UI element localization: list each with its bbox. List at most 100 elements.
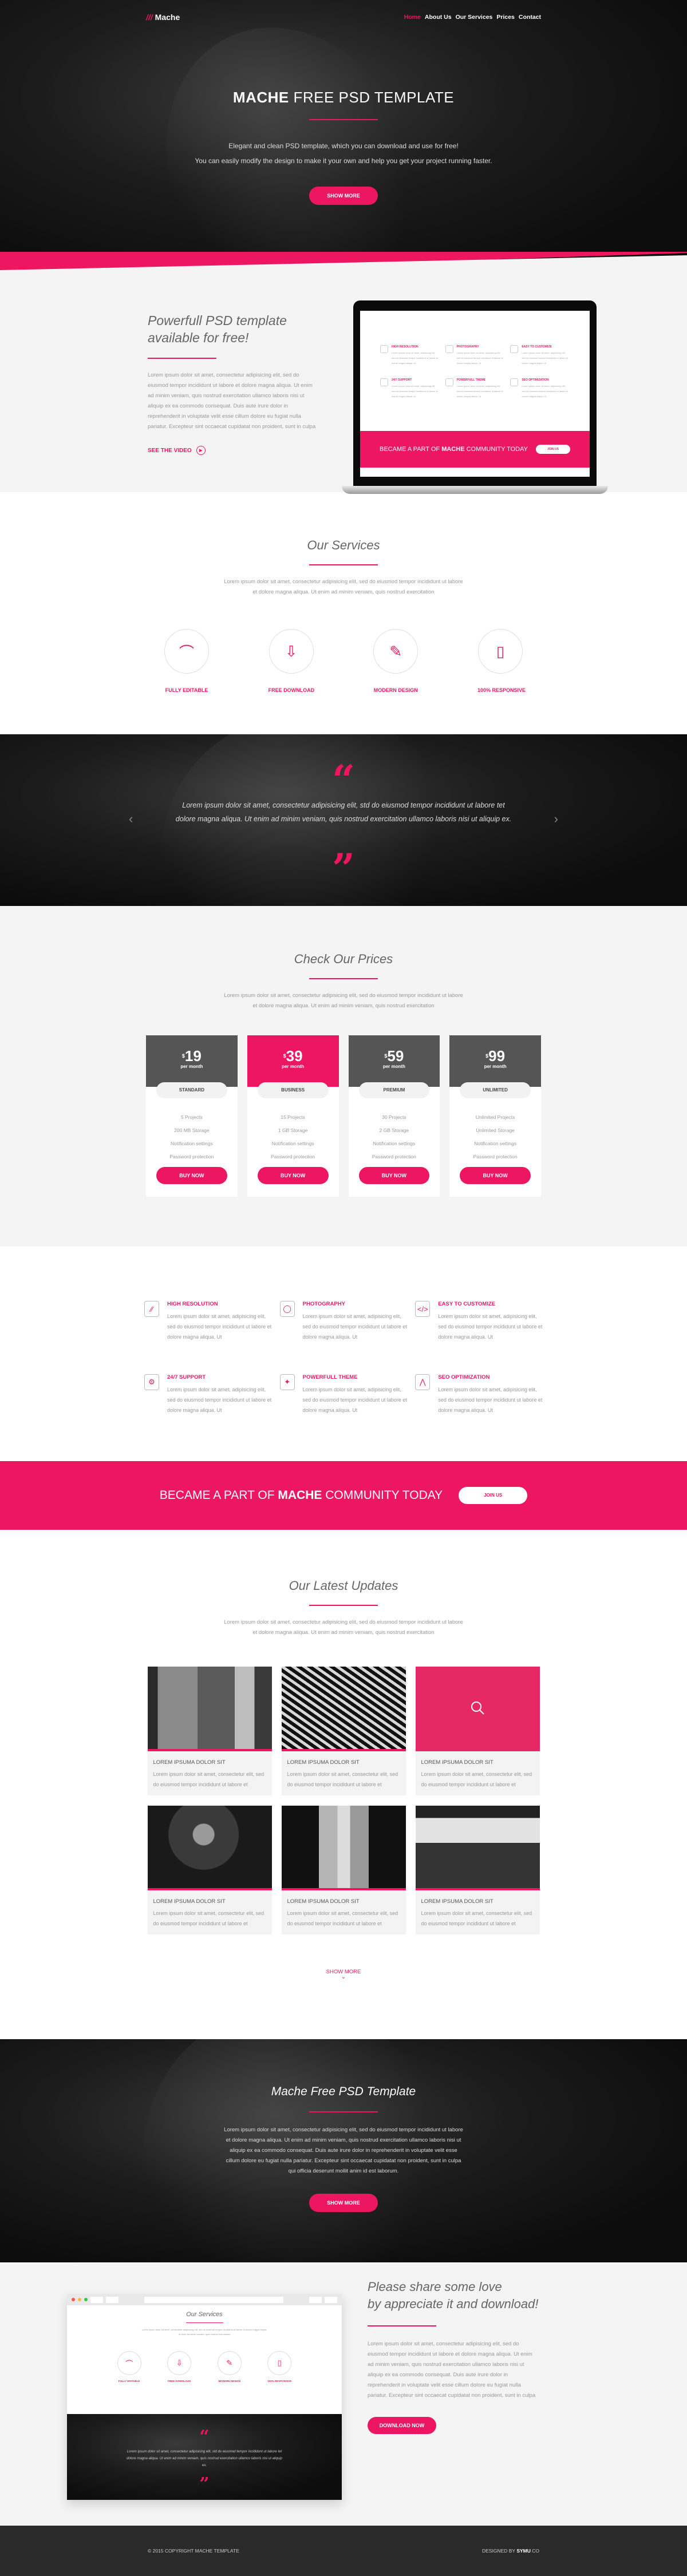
testimonial-section: “ Lorem ipsum dolor sit amet, consectetu… bbox=[0, 734, 687, 906]
hero-title-light: FREE PSD TEMPLATE bbox=[293, 89, 455, 106]
feature-item: ⚙ 24/7 SUPPORT Lorem ipsum dolor sit amet,… bbox=[144, 1374, 272, 1415]
banner-divider bbox=[309, 2111, 378, 2112]
join-us-button[interactable]: JOIN US bbox=[459, 1487, 528, 1504]
bezier-curve-icon: ⌒ bbox=[117, 2351, 141, 2375]
post-card[interactable]: LOREM IPSUMA DOLOR SIT Lorem ipsum dolor … bbox=[415, 1806, 540, 1934]
plan-feature: Password protection bbox=[473, 1154, 518, 1160]
browser-divider bbox=[185, 2322, 223, 2323]
price-value: 19 bbox=[184, 1047, 202, 1065]
buy-now-button[interactable]: BUY NOW bbox=[358, 1167, 430, 1184]
pricing-card-unlimited: $99 per month UNLIMITED Unlimited Projects U… bbox=[449, 1035, 541, 1197]
laptop-feature-icon bbox=[445, 378, 453, 386]
hero-line-1: Elegant and clean PSD template, which yo… bbox=[228, 142, 459, 150]
banner-show-more-button[interactable]: SHOW MORE bbox=[309, 2193, 378, 2212]
post-title: LOREM IPSUMA DOLOR SIT bbox=[153, 1898, 226, 1905]
cart-download-icon: ⇩ bbox=[167, 2351, 192, 2375]
see-video-link[interactable]: SEE THE VIDEO ▶ bbox=[148, 446, 319, 455]
post-excerpt: Lorem ipsum dolor sit amet, consectetur … bbox=[421, 1910, 532, 1926]
post-card[interactable]: LOREM IPSUMA DOLOR SIT Lorem ipsum dolor … bbox=[281, 1806, 406, 1934]
browser-toolbar bbox=[67, 2294, 342, 2305]
chevron-right-icon[interactable]: › bbox=[554, 812, 558, 826]
search-icon[interactable] bbox=[469, 1700, 485, 1719]
about-text-block: Powerfull PSD template available for free… bbox=[148, 312, 319, 455]
laptop-feature-text: Lorem ipsum dolor sit amet, adipisicing … bbox=[522, 351, 568, 365]
hero-show-more-button[interactable]: SHOW MORE bbox=[309, 187, 378, 205]
laptop-feature-body: EASY TO CUSTOMIZE Lorem ipsum dolor sit a… bbox=[522, 345, 570, 366]
browser-service-item: ✎ MODERN DESIGN bbox=[217, 2351, 242, 2383]
laptop-feature-text: Lorem ipsum dolor sit amet, adipisicing … bbox=[456, 385, 503, 398]
browser-service-label: FREE DOWNLOAD bbox=[168, 2380, 191, 2383]
designed-by[interactable]: DESIGNED BY SYMU.CO bbox=[482, 2548, 539, 2554]
template-banner-section: Mache Free PSD Template Lorem ipsum dolo… bbox=[0, 2039, 687, 2262]
post-card[interactable]: LOREM IPSUMA DOLOR SIT Lorem ipsum dolor … bbox=[147, 1667, 272, 1795]
price-value: 39 bbox=[286, 1047, 303, 1065]
hero-divider bbox=[309, 119, 378, 120]
nav-item-prices[interactable]: Prices bbox=[496, 14, 515, 21]
prices-title: Check Our Prices bbox=[294, 952, 393, 966]
service-item[interactable]: ⇩ FREE DOWNLOAD bbox=[269, 629, 314, 693]
service-item[interactable]: ✎ MODERN DESIGN bbox=[373, 629, 418, 693]
share-text-block: Please share some love by appreciate it a… bbox=[368, 2278, 539, 2434]
back-forward-icon bbox=[90, 2296, 103, 2303]
buy-now-button[interactable]: BUY NOW bbox=[460, 1167, 531, 1184]
prices-section: Check Our Prices Lorem ipsum dolor sit a… bbox=[0, 906, 687, 1247]
laptop-feature-item: EASY TO CUSTOMIZE Lorem ipsum dolor sit a… bbox=[510, 345, 570, 366]
service-item[interactable]: ▯ 100% RESPONSIVE bbox=[477, 629, 526, 693]
laptop-feature-body: POWERFULL THEME Lorem ipsum dolor sit ame… bbox=[457, 378, 505, 399]
laptop-feature-text: Lorem ipsum dolor sit amet, adipisicing … bbox=[522, 385, 568, 398]
show-more-link[interactable]: SHOW MORE ⌄ bbox=[0, 1969, 687, 1980]
close-quote-icon: ” bbox=[199, 2474, 210, 2494]
laptop-feature-title: SEO OPTIMIZATION bbox=[522, 378, 549, 382]
address-bar bbox=[144, 2296, 283, 2303]
copyright-text: © 2015 COPYRIGHT MACHE TEMPLATE bbox=[148, 2548, 239, 2554]
nav-item-about-us[interactable]: About Us bbox=[425, 14, 452, 21]
about-title: Powerfull PSD template available for free… bbox=[148, 312, 319, 346]
plan-feature: Password protection bbox=[271, 1154, 315, 1160]
chevron-left-icon[interactable]: ‹ bbox=[129, 812, 133, 826]
smartphone-icon: ▯ bbox=[477, 629, 523, 674]
updates-section: Our Latest Updates Lorem ipsum dolor sit… bbox=[0, 1530, 687, 2039]
photographer-woman-photo bbox=[147, 1806, 272, 1890]
logo[interactable]: ///Mache bbox=[146, 13, 180, 22]
plan-feature: Notification settings bbox=[474, 1141, 516, 1146]
plan-name: BUSINESS bbox=[257, 1082, 329, 1098]
post-card[interactable]: LOREM IPSUMA DOLOR SIT Lorem ipsum dolor … bbox=[281, 1667, 406, 1795]
buy-now-button[interactable]: BUY NOW bbox=[156, 1167, 227, 1184]
post-card[interactable]: LOREM IPSUMA DOLOR SIT Lorem ipsum dolor … bbox=[415, 1667, 540, 1795]
service-label: FREE DOWNLOAD bbox=[268, 687, 315, 693]
browser-service-item: ⇩ FREE DOWNLOAD bbox=[167, 2351, 192, 2383]
nav-item-our-services[interactable]: Our Services bbox=[456, 14, 493, 21]
feature-title: EASY TO CUSTOMIZE bbox=[438, 1301, 496, 1307]
cta-text: BECAME A PART OF MACHE COMMUNITY TODAY bbox=[160, 1489, 443, 1502]
hero-title: MACHE FREE PSD TEMPLATE bbox=[0, 89, 687, 106]
laptop-cta-pre: BECAME A PART OF bbox=[379, 446, 440, 453]
nav-item-contact[interactable]: Contact bbox=[519, 14, 541, 21]
see-video-label: SEE THE VIDEO bbox=[148, 447, 192, 454]
feature-item: ✦ POWERFULL THEME Lorem ipsum dolor sit am… bbox=[279, 1374, 408, 1415]
feature-body: 24/7 SUPPORT Lorem ipsum dolor sit amet, … bbox=[167, 1374, 272, 1415]
about-title-line-1: Powerfull PSD template bbox=[148, 313, 287, 328]
laptop-feature-text: Lorem ipsum dolor sit amet, adipisicing … bbox=[392, 385, 438, 398]
plan-feature: Password protection bbox=[169, 1154, 214, 1160]
post-card[interactable]: LOREM IPSUMA DOLOR SIT Lorem ipsum dolor … bbox=[147, 1806, 272, 1934]
plan-feature: Notification settings bbox=[373, 1141, 416, 1146]
line-chart-icon: ⋀ bbox=[415, 1374, 431, 1390]
download-now-button[interactable]: DOWNLOAD NOW bbox=[368, 2417, 436, 2434]
pricing-card-header: $59 per month bbox=[348, 1035, 440, 1087]
nav-item-home[interactable]: Home bbox=[404, 14, 421, 21]
services-subtitle: Lorem ipsum dolor sit amet, consectetur … bbox=[224, 579, 463, 595]
buy-now-button[interactable]: BUY NOW bbox=[257, 1167, 329, 1184]
prices-subtitle: Lorem ipsum dolor sit amet, consectetur … bbox=[224, 992, 463, 1009]
chevron-down-icon: ⌄ bbox=[341, 1974, 346, 1980]
presentation-board-icon: ⁄⁄ bbox=[144, 1301, 159, 1317]
laptop-feature-title: POWERFULL THEME bbox=[456, 378, 486, 382]
service-item[interactable]: ⌒ FULLY EDITABLE bbox=[164, 629, 210, 693]
community-cta-banner: BECAME A PART OF MACHE COMMUNITY TODAY J… bbox=[0, 1461, 687, 1530]
updates-title: Our Latest Updates bbox=[289, 1578, 398, 1593]
feature-title: PHOTOGRAPHY bbox=[302, 1301, 345, 1307]
cta-text-pre: BECAME A PART OF bbox=[159, 1489, 275, 1502]
feature-body: EASY TO CUSTOMIZE Lorem ipsum dolor sit a… bbox=[438, 1301, 543, 1342]
pricing-card-header: $99 per month bbox=[449, 1035, 541, 1087]
laptop-feature-body: PHOTOGRAPHY Lorem ipsum dolor sit amet, a… bbox=[457, 345, 505, 366]
plan-features: Unlimited Projects Unlimited Storage Notif… bbox=[449, 1111, 541, 1164]
